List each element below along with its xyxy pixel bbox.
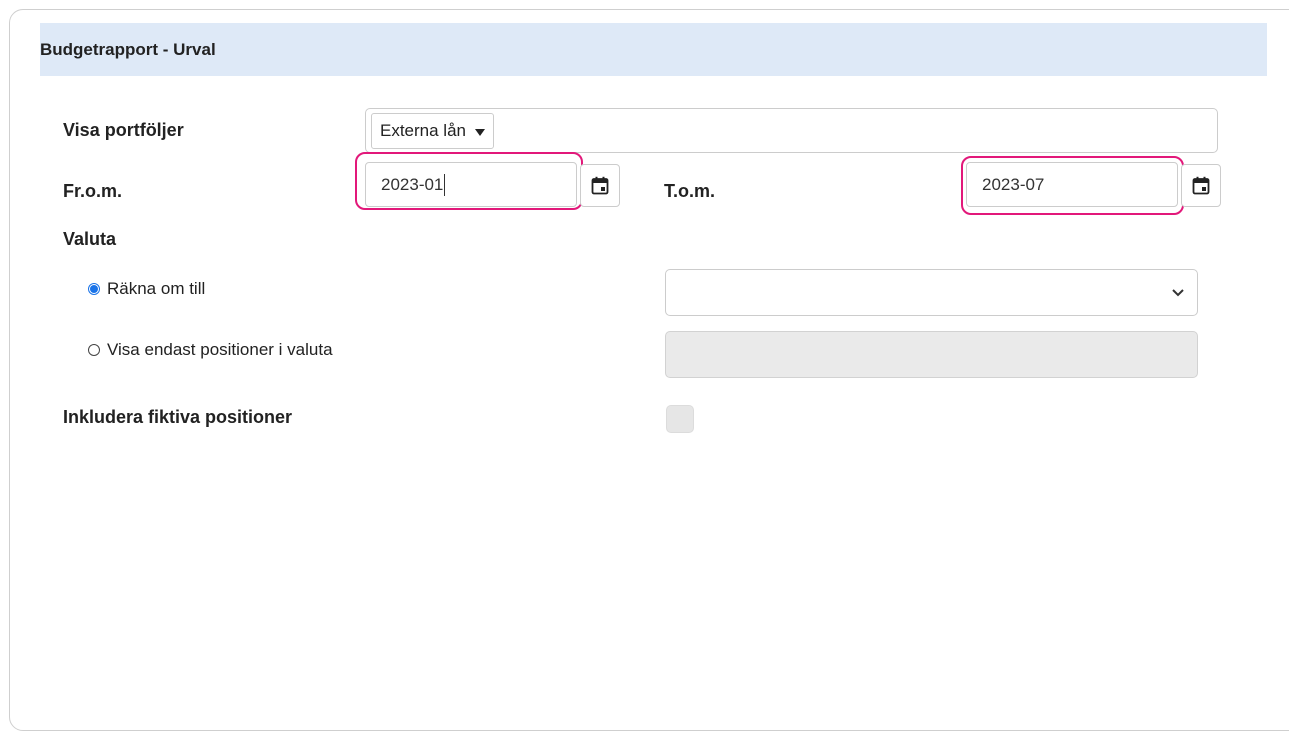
to-calendar-button[interactable] (1181, 164, 1221, 207)
from-date-input[interactable]: 2023-01 (365, 162, 577, 207)
only-currency-radio-option[interactable]: Visa endast positioner i valuta (88, 340, 333, 360)
only-currency-radio[interactable] (88, 344, 100, 356)
from-date-value: 2023-01 (381, 174, 444, 194)
from-calendar-button[interactable] (580, 164, 620, 207)
to-date-input[interactable]: 2023-07 (966, 162, 1178, 207)
currency-label: Valuta (63, 229, 117, 249)
portfolios-field[interactable]: Externa lån (365, 108, 1218, 153)
convert-radio-option[interactable]: Räkna om till (88, 279, 205, 299)
portfolio-dropdown[interactable]: Externa lån (371, 113, 494, 149)
panel-title: Budgetrapport - Urval (40, 39, 216, 59)
include-fictive-checkbox[interactable] (666, 405, 694, 433)
portfolio-tag-label: Externa lån (380, 121, 466, 140)
convert-radio-label: Räkna om till (107, 279, 206, 298)
only-currency-radio-label: Visa endast positioner i valuta (107, 340, 333, 359)
panel-header: Budgetrapport - Urval (40, 23, 1267, 76)
to-date-value: 2023-07 (982, 174, 1045, 194)
caret-down-icon (475, 128, 485, 136)
convert-currency-select[interactable] (665, 269, 1198, 316)
from-label: Fr.o.m. (63, 181, 123, 201)
chevron-down-icon (1172, 289, 1184, 297)
convert-radio[interactable] (88, 283, 100, 295)
include-fictive-label: Inkludera fiktiva positioner (63, 407, 293, 427)
text-cursor (444, 173, 446, 196)
only-currency-select (665, 331, 1198, 378)
calendar-icon (1192, 176, 1210, 195)
portfolios-label: Visa portföljer (63, 120, 184, 140)
to-label: T.o.m. (664, 181, 716, 201)
calendar-icon (591, 176, 609, 195)
